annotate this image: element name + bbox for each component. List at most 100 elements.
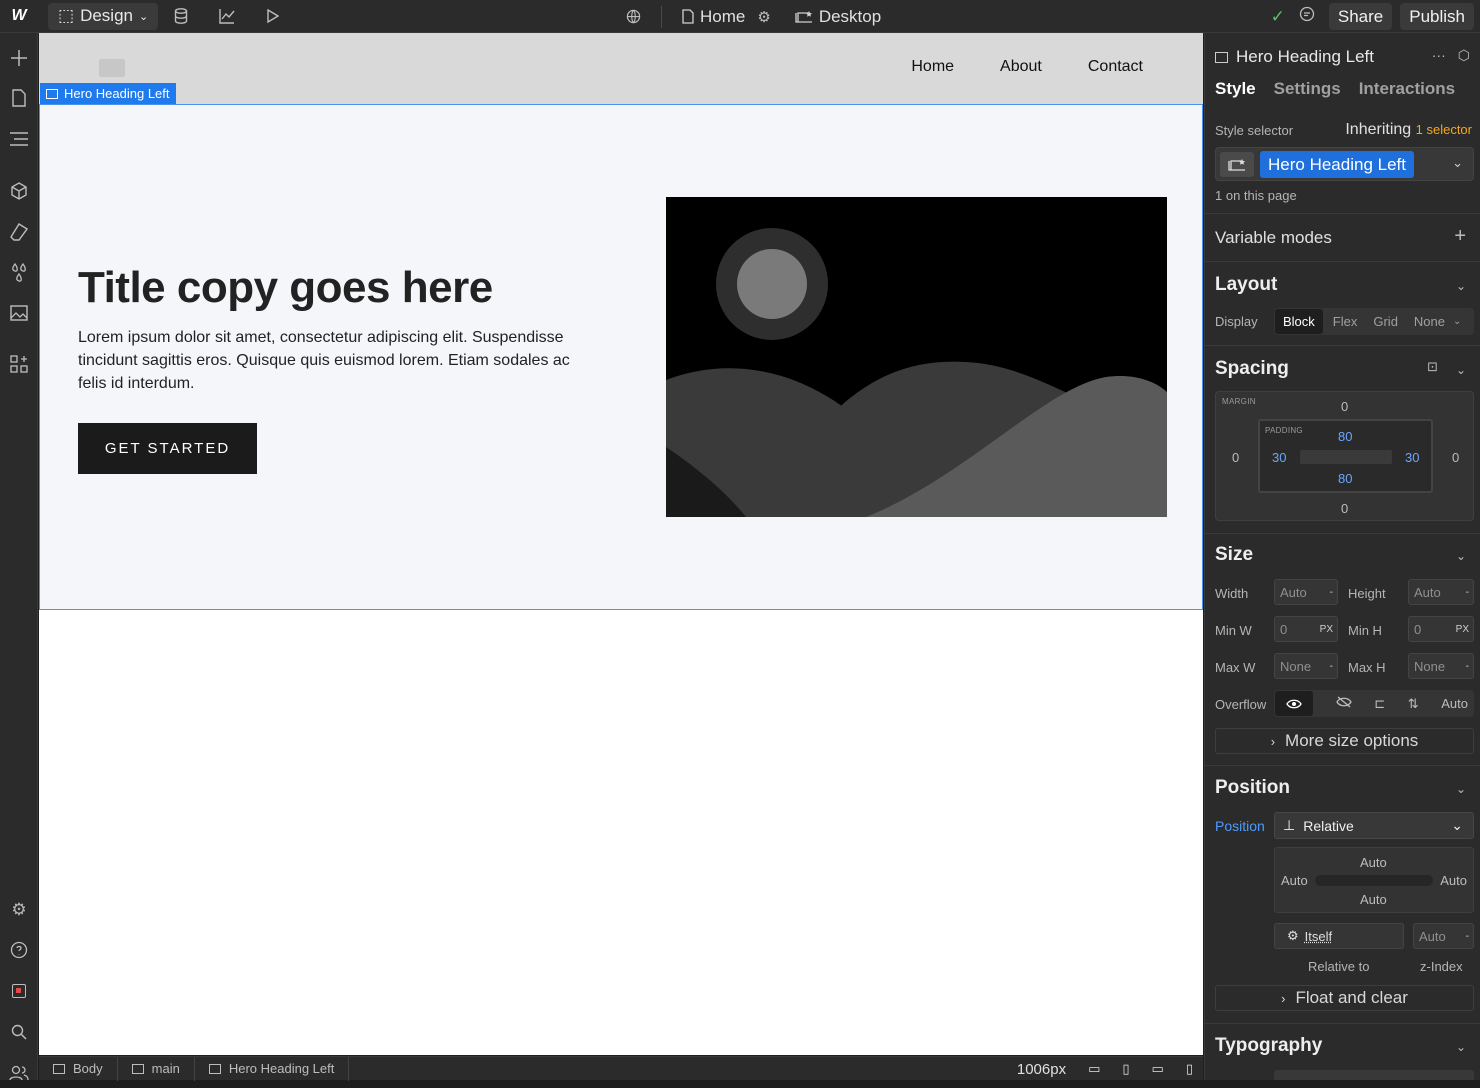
position-select[interactable]: ⊥ Relative ⌄ <box>1274 812 1474 839</box>
component-icon[interactable]: ⬡ <box>1458 47 1470 64</box>
hero-placeholder-image[interactable] <box>666 197 1167 517</box>
min-height-field[interactable]: 0 PX <box>1408 616 1474 642</box>
padding-left[interactable]: 30 <box>1272 450 1286 465</box>
selector-pill[interactable]: Hero Heading Left <box>1260 151 1414 178</box>
page-selector[interactable]: Home ⚙ <box>676 7 777 27</box>
overflow-auto[interactable]: Auto <box>1441 696 1468 711</box>
mobile-landscape-icon[interactable]: ▭ <box>1152 1061 1164 1077</box>
chevron-down-icon[interactable]: ⌄ <box>1456 782 1466 796</box>
padding-bottom[interactable]: 80 <box>1338 471 1352 486</box>
margin-bottom[interactable]: 0 <box>1341 501 1348 516</box>
more-size-options-button[interactable]: › More size options <box>1215 728 1474 754</box>
apps-icon[interactable] <box>0 349 38 379</box>
overflow-scroll-icon[interactable]: ⊏ <box>1374 696 1385 712</box>
height-field[interactable]: Auto - <box>1408 579 1474 605</box>
chevron-down-icon[interactable]: ⌄ <box>1452 155 1463 171</box>
mobile-portrait-icon[interactable]: ▯ <box>1186 1061 1193 1077</box>
tab-style[interactable]: Style <box>1215 79 1256 99</box>
hero-section[interactable]: Title copy goes here Lorem ipsum dolor s… <box>39 104 1203 610</box>
font-select[interactable] <box>1274 1070 1474 1080</box>
max-width-field[interactable]: None - <box>1274 653 1338 679</box>
chevron-down-icon[interactable]: ⌄ <box>1453 316 1461 327</box>
chevron-down-icon[interactable]: ⌄ <box>1456 279 1466 293</box>
min-width-unit[interactable]: PX <box>1320 624 1333 635</box>
publish-button[interactable]: Publish <box>1400 3 1474 30</box>
tab-interactions[interactable]: Interactions <box>1359 79 1455 99</box>
settings-gear-icon[interactable]: ⚙ <box>0 895 38 925</box>
position-right[interactable]: Auto <box>1440 873 1467 888</box>
max-height-field[interactable]: None - <box>1408 653 1474 679</box>
nav-link-home[interactable]: Home <box>911 58 954 76</box>
layout-section-title[interactable]: Layout <box>1215 274 1277 296</box>
record-icon[interactable] <box>0 976 38 1006</box>
help-icon[interactable] <box>0 935 38 965</box>
display-none[interactable]: None <box>1406 314 1453 329</box>
selector-state-icon[interactable] <box>1220 152 1254 177</box>
style-selector-field[interactable]: Hero Heading Left ⌄ <box>1215 147 1474 181</box>
relative-to-field[interactable]: ⚙ Itself <box>1274 923 1404 949</box>
margin-right[interactable]: 0 <box>1452 450 1459 465</box>
tablet-breakpoint-icon[interactable]: ▯ <box>1122 1061 1129 1077</box>
breadcrumb-body[interactable]: Body <box>39 1056 118 1081</box>
display-flex[interactable]: Flex <box>1323 314 1366 329</box>
comments-icon[interactable] <box>1299 6 1315 27</box>
style-selectors-icon[interactable] <box>0 217 38 247</box>
chevron-down-icon[interactable]: ⌄ <box>1456 1040 1466 1054</box>
breakpoint-selector[interactable]: Desktop <box>789 7 887 27</box>
position-left[interactable]: Auto <box>1281 873 1308 888</box>
desktop-breakpoint-icon[interactable]: ▭ <box>1088 1061 1100 1077</box>
search-icon[interactable] <box>0 1017 38 1047</box>
size-section-title[interactable]: Size <box>1215 544 1253 566</box>
display-block[interactable]: Block <box>1275 309 1323 334</box>
pages-icon[interactable] <box>0 83 38 113</box>
float-and-clear-button[interactable]: › Float and clear <box>1215 985 1474 1011</box>
hero-title[interactable]: Title copy goes here <box>78 263 493 313</box>
get-started-button[interactable]: GET STARTED <box>78 423 257 474</box>
nav-link-about[interactable]: About <box>1000 58 1042 76</box>
breadcrumb-main[interactable]: main <box>118 1056 195 1081</box>
margin-left[interactable]: 0 <box>1232 450 1239 465</box>
padding-right[interactable]: 30 <box>1405 450 1419 465</box>
display-grid[interactable]: Grid <box>1365 314 1406 329</box>
selected-element-tag[interactable]: Hero Heading Left <box>40 83 176 104</box>
position-section-title[interactable]: Position <box>1215 777 1290 799</box>
analytics-icon[interactable] <box>204 0 250 33</box>
padding-top[interactable]: 80 <box>1338 429 1352 444</box>
breadcrumb-hero[interactable]: Hero Heading Left <box>195 1056 350 1081</box>
add-variable-mode-icon[interactable]: + <box>1454 225 1466 248</box>
site-logo-image-icon[interactable] <box>99 59 125 77</box>
users-icon[interactable] <box>0 1058 38 1088</box>
globe-icon[interactable] <box>620 9 647 24</box>
zindex-field[interactable]: Auto - <box>1413 923 1474 949</box>
width-field[interactable]: Auto - <box>1274 579 1338 605</box>
share-button[interactable]: Share <box>1328 3 1393 30</box>
margin-top[interactable]: 0 <box>1341 399 1348 414</box>
tab-settings[interactable]: Settings <box>1274 79 1341 99</box>
position-bottom[interactable]: Auto <box>1360 892 1387 907</box>
site-navbar[interactable]: Home About Contact Hero Heading Left <box>39 33 1203 104</box>
navigator-icon[interactable] <box>0 124 38 154</box>
design-canvas[interactable]: Home About Contact Hero Heading Left Tit… <box>39 33 1203 1055</box>
overflow-visible-eye-icon[interactable] <box>1275 691 1313 716</box>
inheriting-info[interactable]: Inheriting 1 selector <box>1345 121 1472 139</box>
webflow-logo[interactable]: W <box>0 0 38 33</box>
cms-database-icon[interactable] <box>158 0 204 33</box>
spacing-section-title[interactable]: Spacing <box>1215 358 1289 380</box>
typography-section-title[interactable]: Typography <box>1215 1035 1322 1057</box>
preview-play-icon[interactable] <box>250 0 296 33</box>
overflow-hidden-icon[interactable] <box>1335 696 1352 711</box>
spacing-preset-icon[interactable]: ⊡ <box>1427 359 1438 375</box>
page-settings-gear-icon[interactable]: ⚙ <box>757 8 770 26</box>
position-top[interactable]: Auto <box>1360 855 1387 870</box>
min-width-field[interactable]: 0 PX <box>1274 616 1338 642</box>
variables-icon[interactable] <box>0 258 38 288</box>
min-height-unit[interactable]: PX <box>1456 624 1469 635</box>
design-mode-button[interactable]: ⬚ Design ⌄ <box>48 2 159 30</box>
more-options-icon[interactable]: ··· <box>1432 47 1446 64</box>
components-icon[interactable] <box>0 176 38 206</box>
chevron-down-icon[interactable]: ⌄ <box>1456 363 1466 377</box>
nav-link-contact[interactable]: Contact <box>1088 58 1143 76</box>
overflow-scroll-vertical-icon[interactable]: ⇅ <box>1408 696 1419 712</box>
assets-icon[interactable] <box>0 298 38 328</box>
add-elements-icon[interactable] <box>0 43 38 73</box>
